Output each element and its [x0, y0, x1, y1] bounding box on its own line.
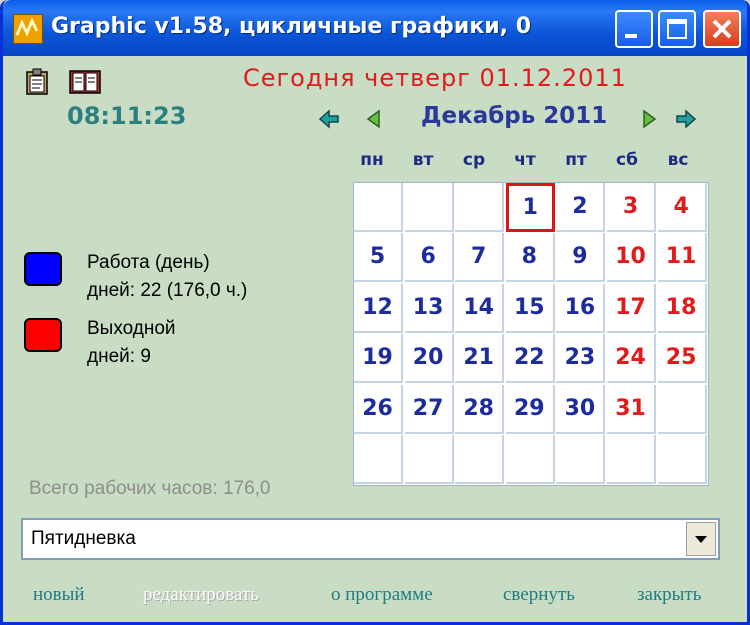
calendar-empty-cell[interactable]	[556, 435, 606, 484]
dayoff-legend-label: Выходной	[87, 318, 176, 339]
weekday-label: вт	[412, 150, 434, 170]
calendar-day[interactable]: 17	[607, 283, 656, 333]
calendar-day[interactable]: 15	[505, 283, 555, 333]
weekday-label: ср	[462, 150, 486, 170]
calendar-empty-cell[interactable]	[455, 183, 505, 232]
calendar-empty-cell[interactable]	[657, 384, 707, 434]
calendar-day[interactable]: 30	[556, 384, 606, 434]
calendar-day[interactable]: 14	[455, 283, 505, 333]
calendar-day[interactable]: 5	[354, 233, 403, 283]
app-window: Graphic v1.58, цикличные графики, 0 Сего…	[0, 0, 750, 625]
calendar-day[interactable]: 27	[404, 384, 454, 434]
edit-link[interactable]: редактировать	[143, 584, 259, 606]
close-icon	[712, 19, 732, 39]
double-arrow-left-icon[interactable]	[318, 108, 340, 130]
month-title: Декабрь 2011	[421, 103, 608, 129]
today-date-label: Сегодня четверг 01.12.2011	[243, 64, 627, 92]
calendar-empty-cell[interactable]	[455, 435, 505, 484]
workday-legend-label: Работа (день)	[87, 252, 210, 273]
calendar-day[interactable]: 2	[556, 183, 606, 232]
calendar-day[interactable]: 31	[607, 384, 656, 434]
close-button[interactable]	[703, 10, 741, 48]
about-link[interactable]: о программе	[331, 584, 433, 606]
arrow-right-icon[interactable]	[638, 108, 660, 130]
calendar-day[interactable]: 24	[607, 334, 656, 384]
calendar-day[interactable]: 16	[556, 283, 606, 333]
total-hours-label: Всего рабочих часов: 176,0	[29, 478, 271, 499]
maximize-button[interactable]	[658, 10, 696, 48]
calendar-day[interactable]: 6	[404, 233, 454, 283]
calendar-day[interactable]: 28	[455, 384, 505, 434]
calendar-empty-cell[interactable]	[657, 435, 707, 484]
calendar-empty-cell[interactable]	[404, 435, 454, 484]
app-graph-icon	[13, 14, 43, 44]
maximize-icon	[667, 19, 687, 39]
calendar-empty-cell[interactable]	[354, 435, 403, 484]
calendar-day[interactable]: 12	[354, 283, 403, 333]
clock: 08:11:23	[67, 102, 187, 130]
chevron-down-icon	[695, 536, 707, 543]
calendar-day[interactable]: 23	[556, 334, 606, 384]
calendar-empty-cell[interactable]	[404, 183, 454, 232]
calendar-day[interactable]: 26	[354, 384, 403, 434]
calendar-day[interactable]: 29	[505, 384, 555, 434]
minimize-button[interactable]	[615, 10, 653, 48]
schedule-select[interactable]: Пятидневка	[21, 518, 720, 560]
main-panel: Сегодня четверг 01.12.2011 08:11:23 Дека…	[3, 56, 747, 622]
calendar-day[interactable]: 8	[505, 233, 555, 283]
calendar-empty-cell[interactable]	[505, 435, 555, 484]
double-arrow-right-icon[interactable]	[675, 108, 697, 130]
calendar-day[interactable]: 22	[505, 334, 555, 384]
new-link[interactable]: новый	[33, 584, 85, 606]
dayoff-color-swatch[interactable]	[24, 318, 62, 352]
weekday-label: пн	[360, 150, 384, 170]
schedule-select-value: Пятидневка	[31, 528, 136, 549]
calendar-day-today[interactable]: 1	[505, 183, 555, 232]
dropdown-arrow-button[interactable]	[686, 522, 716, 556]
calendar-day[interactable]: 4	[657, 183, 707, 232]
dayoff-count: дней: 9	[87, 346, 151, 367]
calendar-day[interactable]: 20	[404, 334, 454, 384]
calendar-day[interactable]: 10	[607, 233, 656, 283]
window-title: Graphic v1.58, цикличные графики, 0	[51, 14, 532, 39]
calendar-day[interactable]: 11	[657, 233, 707, 283]
calendar-empty-cell[interactable]	[354, 183, 403, 232]
book-icon[interactable]	[69, 68, 101, 96]
calendar-day[interactable]: 13	[404, 283, 454, 333]
workday-color-swatch[interactable]	[24, 252, 62, 286]
calendar-day[interactable]: 7	[455, 233, 505, 283]
workday-count: дней: 22 (176,0 ч.)	[87, 280, 248, 301]
calendar-day[interactable]: 25	[657, 334, 707, 384]
close-link[interactable]: закрыть	[637, 584, 701, 606]
calendar-empty-cell[interactable]	[607, 435, 656, 484]
minimize-link[interactable]: свернуть	[503, 584, 575, 606]
weekday-label: вс	[667, 150, 689, 170]
calendar-day[interactable]: 9	[556, 233, 606, 283]
clipboard-icon[interactable]	[25, 68, 49, 96]
weekday-label: пт	[565, 150, 587, 170]
calendar-day[interactable]: 19	[354, 334, 403, 384]
minimize-icon	[625, 34, 637, 38]
title-bar[interactable]: Graphic v1.58, цикличные графики, 0	[3, 0, 747, 56]
weekday-label: чт	[514, 150, 536, 170]
arrow-left-icon[interactable]	[363, 108, 385, 130]
weekday-label: сб	[616, 150, 638, 170]
calendar-grid: 1 2 3 4 5 6 7 8 9 10 11 12 13 14 15 16 17 18 19 20 21 22 23 24 2…	[353, 182, 709, 486]
calendar-day[interactable]: 3	[607, 183, 656, 232]
calendar-day[interactable]: 18	[657, 283, 707, 333]
calendar-day[interactable]: 21	[455, 334, 505, 384]
